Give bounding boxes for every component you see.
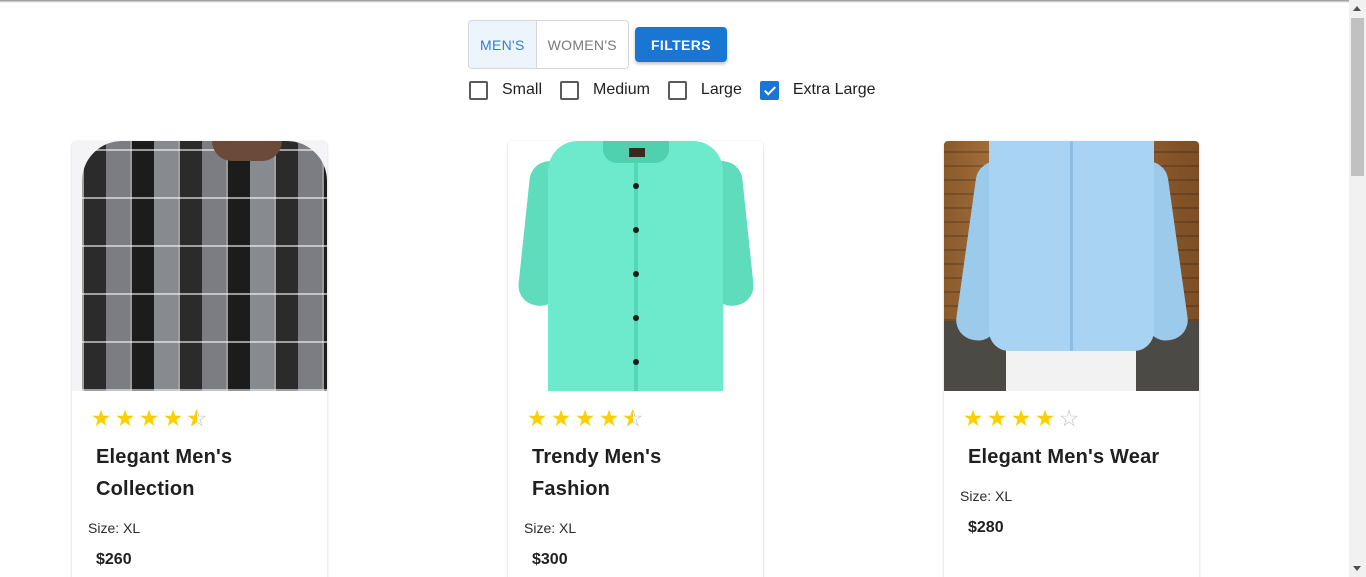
size-option-small[interactable]: Small [469,80,543,100]
checkbox-icon[interactable] [667,80,687,100]
star-rating: ★ ★ ★ ★ ☆ ★ [526,406,644,430]
placket-graphic [634,141,638,391]
size-option-medium[interactable]: Medium [560,80,650,100]
checkbox-icon[interactable] [469,80,488,100]
scroll-down-icon[interactable] [1353,566,1361,571]
star-icon: ★ [574,405,596,431]
product-size: Size: XL [524,520,577,536]
star-icon: ★ [1034,405,1056,431]
vertical-scrollbar[interactable] [1349,0,1366,577]
womens-tab[interactable]: WOMEN'S [536,21,628,68]
product-title: Elegant Men's Wear [968,446,1160,468]
product-price: $260 [96,551,132,568]
product-card[interactable]: ★ ★ ★ ★ ☆ ★ Trendy Men's Fashion Size: XL… [508,141,763,577]
button-dot [633,271,639,277]
star-icon: ★ [114,405,136,431]
scroll-up-icon[interactable] [1353,6,1361,11]
size-label: Large [700,81,742,98]
star-rating: ★ ★ ★ ★ ☆ [962,406,1080,430]
star-icon: ★ [1010,405,1032,431]
checkbox-checked-icon[interactable] [759,80,779,100]
product-title: Trendy Men's Fashion [532,446,662,500]
star-icon: ★ [550,405,572,431]
star-icon: ★ [962,405,984,431]
size-label: Small [502,81,543,98]
product-card[interactable]: ★ ★ ★ ★ ☆ ★ Elegant Men's Collection Size… [72,141,327,577]
star-icon: ★ [526,405,548,431]
star-icon: ★ [162,405,184,431]
button-dot [633,227,639,233]
size-label: Medium [593,81,650,98]
page: MEN'S WOMEN'S FILTERS Small Medium Large… [0,0,1366,577]
scrollbar-thumb[interactable] [1351,18,1364,176]
model-chin-graphic [212,141,282,161]
product-title: Elegant Men's Collection [96,446,233,500]
star-icon: ★ [598,405,620,431]
star-half-icon: ☆ ★ [186,405,208,431]
button-dot [633,183,639,189]
star-icon: ★ [138,405,160,431]
star-icon: ★ [986,405,1008,431]
star-icon: ★ [90,405,112,431]
product-image[interactable] [508,141,763,391]
button-dot [633,359,639,365]
size-option-extra-large[interactable]: Extra Large [759,80,876,100]
product-price: $300 [532,551,568,568]
star-rating: ★ ★ ★ ★ ☆ ★ [90,406,208,430]
size-option-large[interactable]: Large [667,80,742,100]
check-shirt-graphic [82,141,327,391]
product-card[interactable]: ★ ★ ★ ★ ☆ Elegant Men's Wear Size: XL $2… [944,141,1199,577]
checkbox-icon[interactable] [560,80,580,100]
filters-button[interactable]: FILTERS [635,27,727,62]
product-image[interactable] [72,141,327,391]
size-label: Extra Large [792,81,876,98]
star-outline-icon: ☆ [1058,405,1080,431]
star-half-icon: ☆ ★ [622,405,644,431]
header-shadow [0,0,1349,3]
placket-graphic [1070,141,1073,351]
product-size: Size: XL [88,520,141,536]
label-tag-graphic [629,148,645,157]
product-price: $280 [968,519,1004,536]
product-image[interactable] [944,141,1199,391]
size-filter-group: Small Medium Large Extra Large [469,79,894,101]
button-dot [633,315,639,321]
mens-tab[interactable]: MEN'S [469,21,537,68]
product-size: Size: XL [960,488,1013,504]
gender-toggle-group: MEN'S WOMEN'S [468,20,629,69]
